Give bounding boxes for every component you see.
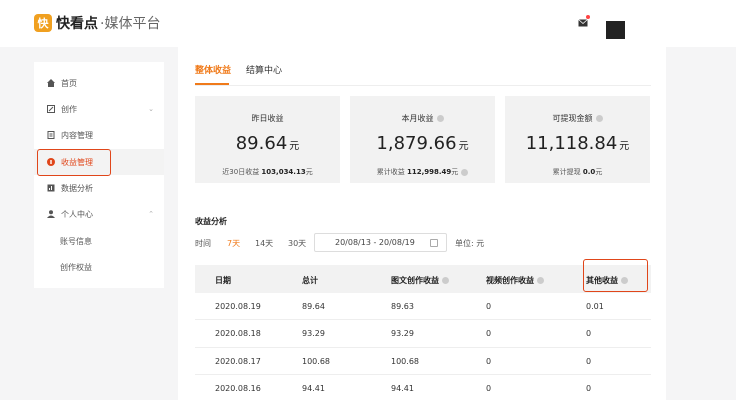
info-icon[interactable] — [595, 115, 603, 122]
table-cell: 0 — [586, 329, 592, 338]
card-footer: 累计提现 0.0元 — [552, 168, 603, 176]
stat-card-withdrawable: 可提现金额 11,118.84 元 累计提现 0.0元 — [505, 96, 650, 183]
brand-name: 快看点 — [56, 16, 98, 32]
table-cell: 89.63 — [391, 302, 414, 311]
date-range-picker[interactable]: 20/08/13 - 20/08/19 — [314, 233, 447, 252]
main-panel: 整体收益 结算中心 昨日收益 89.64 元 近30日收益 103,034.13元… — [178, 47, 666, 400]
sidebar-item-home[interactable]: 首页 — [34, 70, 164, 96]
tab-overall-income[interactable]: 整体收益 — [195, 63, 231, 76]
table-cell: 94.41 — [391, 384, 414, 393]
sidebar-item-label: 首页 — [61, 78, 77, 88]
user-icon — [46, 210, 55, 219]
table-cell: 2020.08.19 — [215, 302, 261, 311]
top-bar: 快 快看点 ·媒体平台 — [0, 0, 736, 47]
tab-active-indicator — [195, 83, 229, 85]
card-title: 昨日收益 — [251, 114, 284, 123]
sidebar-item-content[interactable]: 内容管理 — [34, 122, 164, 148]
filter-7-days[interactable]: 7天 — [227, 238, 240, 249]
highlight-box — [37, 149, 111, 176]
logo[interactable]: 快 快看点 ·媒体平台 — [34, 13, 160, 33]
date-range-value: 20/08/13 - 20/08/19 — [335, 238, 415, 247]
table-cell: 2020.08.17 — [215, 357, 261, 366]
sidebar-item-analytics[interactable]: 数据分析 — [34, 175, 164, 201]
document-icon — [46, 131, 55, 140]
table-cell: 0.01 — [586, 302, 604, 311]
card-value: 1,879.66 元 — [376, 133, 469, 154]
sidebar-item-label: 内容管理 — [61, 130, 93, 140]
mail-icon[interactable] — [578, 19, 588, 27]
card-title: 可提现金额 — [505, 113, 650, 124]
table-cell: 93.29 — [391, 329, 414, 338]
filter-30-days[interactable]: 30天 — [288, 238, 306, 249]
stat-card-month: 本月收益 1,879.66 元 累计收益 112,998.49元 — [350, 96, 495, 183]
chevron-down-icon: ⌄ — [148, 105, 154, 113]
card-footer: 累计收益 112,998.49元 — [350, 167, 495, 177]
notification-dot — [586, 15, 590, 19]
tab-divider — [195, 85, 651, 86]
table-cell: 0 — [486, 302, 492, 311]
info-icon[interactable] — [442, 277, 449, 284]
table-cell: 0 — [586, 357, 592, 366]
column-header-total: 总计 — [302, 276, 318, 285]
section-title: 收益分析 — [195, 217, 227, 226]
table-cell: 0 — [486, 357, 492, 366]
table-cell: 0 — [586, 384, 592, 393]
column-header-date: 日期 — [215, 276, 231, 285]
sidebar-item-label: 数据分析 — [61, 183, 93, 193]
info-icon[interactable] — [537, 277, 544, 284]
calendar-icon — [430, 239, 438, 247]
table-cell: 93.29 — [302, 329, 325, 338]
unit-label: 单位: 元 — [455, 239, 485, 248]
table-cell: 100.68 — [391, 357, 419, 366]
sidebar-item-label: 创作 — [61, 104, 77, 114]
avatar[interactable] — [606, 9, 625, 39]
chevron-up-icon: ⌃ — [148, 210, 154, 218]
tab-settlement[interactable]: 结算中心 — [246, 63, 282, 76]
row-divider — [195, 374, 651, 375]
table-cell: 89.64 — [302, 302, 325, 311]
card-title: 本月收益 — [350, 113, 495, 124]
column-header-article-income: 图文创作收益 — [391, 275, 449, 286]
edit-icon — [46, 105, 55, 114]
table-cell: 100.68 — [302, 357, 330, 366]
table-cell: 0 — [486, 384, 492, 393]
row-divider — [195, 347, 651, 348]
card-footer: 近30日收益 103,034.13元 — [222, 168, 313, 176]
table-cell: 94.41 — [302, 384, 325, 393]
logo-mark: 快 — [34, 14, 52, 32]
row-divider — [195, 319, 651, 320]
table-cell: 2020.08.18 — [215, 329, 261, 338]
column-header-video-income: 视频创作收益 — [486, 275, 544, 286]
table-cell: 2020.08.16 — [215, 384, 261, 393]
info-icon[interactable] — [436, 115, 444, 122]
brand-subtitle: ·媒体平台 — [100, 16, 161, 32]
highlight-box — [583, 259, 648, 292]
sidebar-subitem-rights[interactable]: 创作权益 — [60, 262, 92, 273]
card-value: 89.64 元 — [235, 133, 300, 154]
filter-14-days[interactable]: 14天 — [255, 238, 273, 249]
sidebar-item-label: 个人中心 — [61, 209, 93, 219]
table-cell: 0 — [486, 329, 492, 338]
sidebar-item-create[interactable]: 创作 ⌄ — [34, 96, 164, 122]
sidebar-subitem-account[interactable]: 账号信息 — [60, 236, 92, 247]
sidebar-item-profile[interactable]: 个人中心 ⌃ — [34, 201, 164, 227]
time-label: 时间 — [195, 239, 211, 248]
stat-card-yesterday: 昨日收益 89.64 元 近30日收益 103,034.13元 — [195, 96, 340, 183]
info-icon[interactable] — [461, 168, 469, 176]
card-value: 11,118.84 元 — [525, 133, 630, 154]
chart-icon — [46, 184, 55, 193]
home-icon — [46, 79, 55, 88]
